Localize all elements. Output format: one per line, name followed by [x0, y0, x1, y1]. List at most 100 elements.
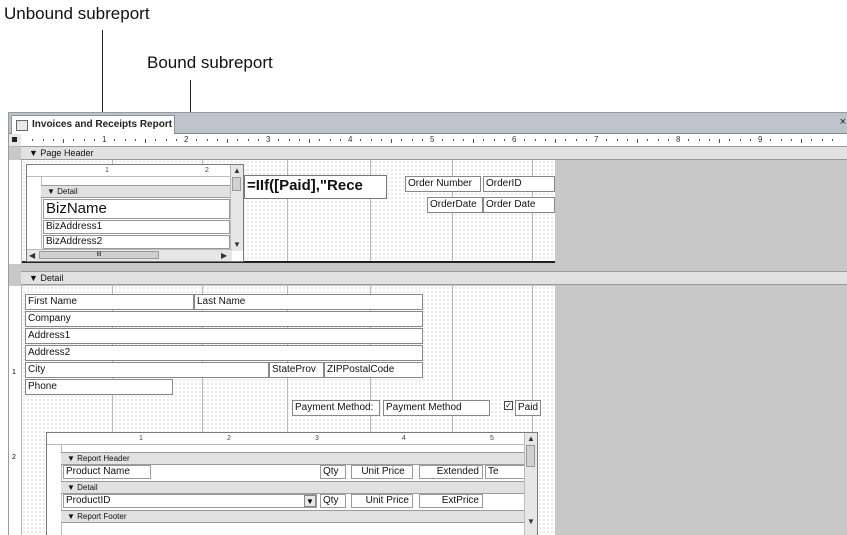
qty-field[interactable]: Qty: [320, 494, 346, 508]
ruler-tick: [339, 139, 341, 141]
extprice-field[interactable]: ExtPrice: [419, 494, 483, 508]
first-name-field[interactable]: First Name: [25, 294, 194, 310]
ruler-tick: [565, 139, 567, 141]
detail-section-bar[interactable]: ▼︎ Detail: [21, 271, 847, 285]
ruler-tick: [360, 139, 362, 141]
ruler-number: 7: [594, 135, 599, 144]
ruler-tick: [452, 139, 454, 141]
ruler-tick: [247, 139, 249, 141]
ruler-tick: [216, 139, 218, 141]
bound-sub-detail-bar[interactable]: ▼︎ Detail: [61, 481, 525, 494]
scroll-left-icon[interactable]: ◀︎: [29, 251, 35, 260]
orderid-field[interactable]: OrderID: [483, 176, 555, 192]
ruler-tick: [749, 139, 751, 141]
scroll-down-icon[interactable]: ▼︎: [527, 517, 535, 526]
ruler-tick: [32, 139, 34, 141]
paid-label[interactable]: Paid: [515, 400, 541, 416]
address1-field[interactable]: Address1: [25, 328, 423, 344]
unbound-subreport-control[interactable]: 1 2 ▼︎ Detail BizName BizAddress1 BizAdd…: [26, 164, 244, 262]
report-tab-title: Invoices and Receipts Report: [32, 119, 173, 130]
address2-field[interactable]: Address2: [25, 345, 423, 361]
ruler-number: 3: [266, 135, 271, 144]
ruler-tick: [319, 139, 321, 141]
report-document-tab[interactable]: Invoices and Receipts Report: [11, 115, 175, 134]
report-icon: [16, 120, 28, 131]
ruler-tick: [52, 139, 54, 141]
scroll-down-icon[interactable]: ▼︎: [233, 240, 241, 249]
ruler-number: 2: [184, 135, 189, 144]
ruler-tick: [309, 139, 310, 143]
te-label[interactable]: Te: [485, 465, 525, 479]
ruler-tick: [421, 139, 423, 141]
paid-checkbox[interactable]: ✓︎: [504, 401, 513, 410]
scroll-up-icon[interactable]: ▲︎: [527, 434, 535, 443]
extended-label[interactable]: Extended: [419, 465, 483, 479]
callout-bound-subreport: Bound subreport: [147, 53, 273, 72]
close-icon[interactable]: ×: [840, 116, 846, 128]
report-design-window: Invoices and Receipts Report × 1 2 3 4 5 6 7 8 9…: [8, 112, 847, 535]
qty-label[interactable]: Qty: [320, 465, 346, 479]
scroll-thumb[interactable]: [526, 445, 535, 467]
ruler-tick: [483, 139, 485, 141]
document-tab-bar: Invoices and Receipts Report ×: [9, 113, 847, 134]
chevron-down-icon[interactable]: ▼︎: [304, 495, 316, 507]
ruler-tick: [739, 139, 741, 141]
ruler-tick: [145, 139, 146, 143]
city-field[interactable]: City: [25, 362, 269, 378]
ruler-number: 1: [102, 135, 107, 144]
ruler-tick: [370, 139, 372, 141]
order-number-label[interactable]: Order Number: [405, 176, 481, 192]
unbound-sub-hscroll[interactable]: ◀︎ III ▶︎: [27, 249, 232, 261]
unbound-sub-vscroll[interactable]: ▲︎ ▼︎: [230, 165, 243, 251]
iif-expression-field[interactable]: =IIf([Paid],"Rece: [244, 175, 387, 199]
ruler-tick: [237, 139, 239, 141]
report-selector[interactable]: [9, 134, 21, 146]
ruler-tick: [719, 139, 720, 143]
bizaddress2-field[interactable]: BizAddress2: [43, 235, 230, 249]
scroll-right-icon[interactable]: ▶︎: [221, 251, 227, 260]
payment-method-label[interactable]: Payment Method:: [292, 400, 380, 416]
scroll-thumb[interactable]: [232, 177, 241, 191]
unbound-sub-detail-bar[interactable]: ▼︎ Detail: [41, 185, 231, 198]
ruler-tick: [790, 139, 792, 141]
ruler-tick: [534, 139, 536, 141]
company-field[interactable]: Company: [25, 311, 423, 327]
unbound-sub-ruler: 1 2: [27, 165, 231, 177]
phone-field[interactable]: Phone: [25, 379, 173, 395]
ruler-ticks: 1 2 3 4 5 6 7 8 9: [22, 134, 847, 146]
ruler-tick: [288, 139, 290, 141]
ruler-number: 9: [758, 135, 763, 144]
ruler-tick: [298, 139, 300, 141]
last-name-field[interactable]: Last Name: [194, 294, 423, 310]
product-name-label[interactable]: Product Name: [63, 465, 151, 479]
bizname-field[interactable]: BizName: [43, 199, 230, 219]
bound-sub-vscroll[interactable]: ▲︎ ▼︎: [524, 433, 537, 535]
orderdate-label[interactable]: OrderDate: [427, 197, 483, 213]
order-date-field[interactable]: Order Date: [483, 197, 555, 213]
productid-combo[interactable]: ProductID: [63, 494, 317, 508]
scroll-up-icon[interactable]: ▲︎: [233, 166, 241, 175]
vertical-ruler-detail[interactable]: 1 2: [9, 286, 22, 535]
payment-method-field[interactable]: Payment Method: [383, 400, 490, 416]
bizaddress1-field[interactable]: BizAddress1: [43, 220, 230, 234]
unit-price-label[interactable]: Unit Price: [351, 465, 413, 479]
ruler-tick: [462, 139, 464, 141]
bound-sub-report-footer-bar[interactable]: ▼︎ Report Footer: [61, 510, 525, 523]
ruler-tick: [575, 139, 577, 141]
bound-subreport-control[interactable]: 1 2 3 4 5 ▼︎ Report Header Product Name …: [46, 432, 538, 535]
hscroll-thumb[interactable]: III: [39, 251, 159, 259]
ruler-tick: [411, 139, 413, 141]
page-header-section-bar[interactable]: ▼︎ Page Header: [21, 146, 847, 160]
stateprov-field[interactable]: StateProv: [269, 362, 324, 378]
vertical-ruler-page-header[interactable]: [9, 160, 22, 264]
bound-sub-report-header-bar[interactable]: ▼︎ Report Header: [61, 452, 525, 465]
checkmark-icon: ✓︎: [505, 401, 512, 410]
ruler-tick: [524, 139, 526, 141]
ruler-tick: [124, 139, 126, 141]
ruler-tick: [667, 139, 669, 141]
ruler-tick: [698, 139, 700, 141]
ruler-tick: [729, 139, 731, 141]
zippostalcode-field[interactable]: ZIPPostalCode: [324, 362, 423, 378]
ruler-tick: [155, 139, 157, 141]
unit-price-field[interactable]: Unit Price: [351, 494, 413, 508]
